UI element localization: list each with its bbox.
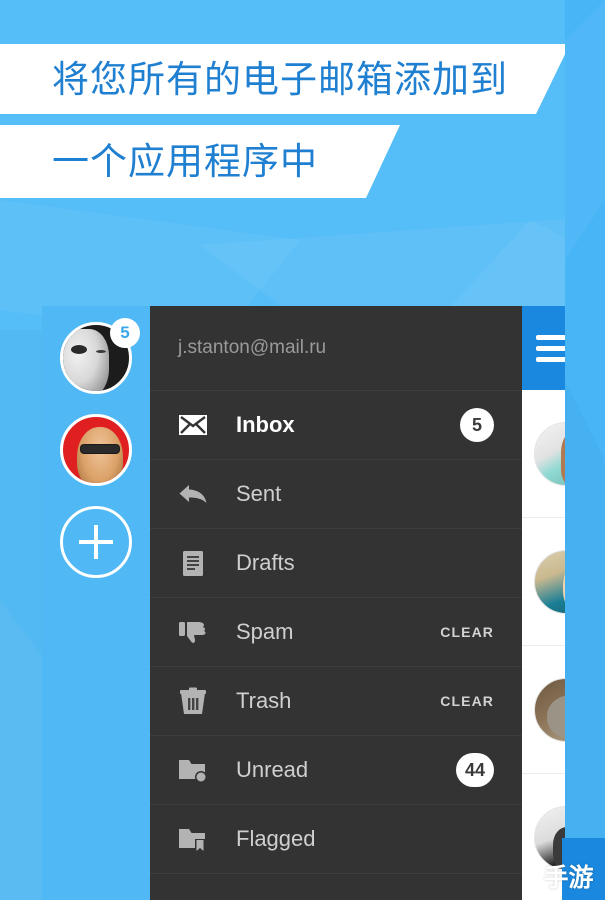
watermark-text: 手游 [543, 864, 594, 892]
promo-banner-line-2: 一个应用程序中 [0, 125, 400, 198]
screenshot-root: 将您所有的电子邮箱添加到 一个应用程序中 5 j.stanton@mail.ru [0, 0, 605, 900]
avatar [60, 414, 132, 486]
unread-count-badge: 44 [455, 753, 494, 787]
drawer-item-label: Unread [236, 757, 309, 782]
drawer-item-label: Spam [236, 619, 294, 644]
spam-clear-button[interactable]: CLEAR [440, 624, 494, 640]
document-lines-icon [178, 548, 208, 578]
account-avatar-1[interactable]: 5 [60, 318, 140, 394]
drawer-item-sent[interactable]: Sent [150, 459, 522, 528]
hamburger-menu-icon[interactable] [536, 334, 566, 362]
background-right-overlay [565, 0, 605, 900]
drawer-item-inbox[interactable]: Inbox 5 [150, 390, 522, 459]
drawer-item-label: Drafts [236, 550, 295, 575]
thumbs-down-icon [178, 617, 208, 647]
drawer-item-label: Inbox [236, 412, 295, 437]
account-avatar-2[interactable] [60, 414, 132, 486]
envelope-icon [178, 410, 208, 440]
trash-can-icon [178, 686, 208, 716]
drawer-item-trash[interactable]: Trash CLEAR [150, 666, 522, 735]
drawer-item-partial[interactable] [150, 873, 522, 900]
inbox-count-badge: 5 [460, 408, 494, 442]
drawer-item-unread[interactable]: Unread 44 [150, 735, 522, 804]
watermark-badge: 手游 [543, 838, 605, 900]
account-unread-badge: 5 [110, 318, 140, 348]
account-email-label: j.stanton@mail.ru [178, 337, 327, 358]
drawer-item-spam[interactable]: Spam CLEAR [150, 597, 522, 666]
folder-flag-icon [178, 824, 208, 854]
drawer-header[interactable]: j.stanton@mail.ru [150, 306, 522, 390]
folder-dot-icon [178, 755, 208, 785]
app-screenshot-panel: 5 j.stanton@mail.ru Inbox 5 Sent Drafts … [42, 306, 605, 900]
drawer-item-flagged[interactable]: Flagged [150, 804, 522, 873]
drawer-item-drafts[interactable]: Drafts [150, 528, 522, 597]
trash-clear-button[interactable]: CLEAR [440, 693, 494, 709]
promo-headline-line-2: 一个应用程序中 [52, 141, 318, 182]
accounts-rail: 5 [42, 306, 150, 900]
drawer-item-label: Flagged [236, 826, 316, 851]
navigation-drawer: j.stanton@mail.ru Inbox 5 Sent Drafts Sp… [150, 306, 522, 900]
promo-headline-line-1: 将您所有的电子邮箱添加到 [52, 58, 508, 100]
plus-icon[interactable] [60, 506, 132, 578]
drawer-item-label: Sent [236, 481, 282, 506]
reply-arrow-icon [178, 479, 208, 509]
promo-banner-line-1: 将您所有的电子邮箱添加到 [0, 44, 570, 114]
drawer-item-label: Trash [236, 688, 292, 713]
